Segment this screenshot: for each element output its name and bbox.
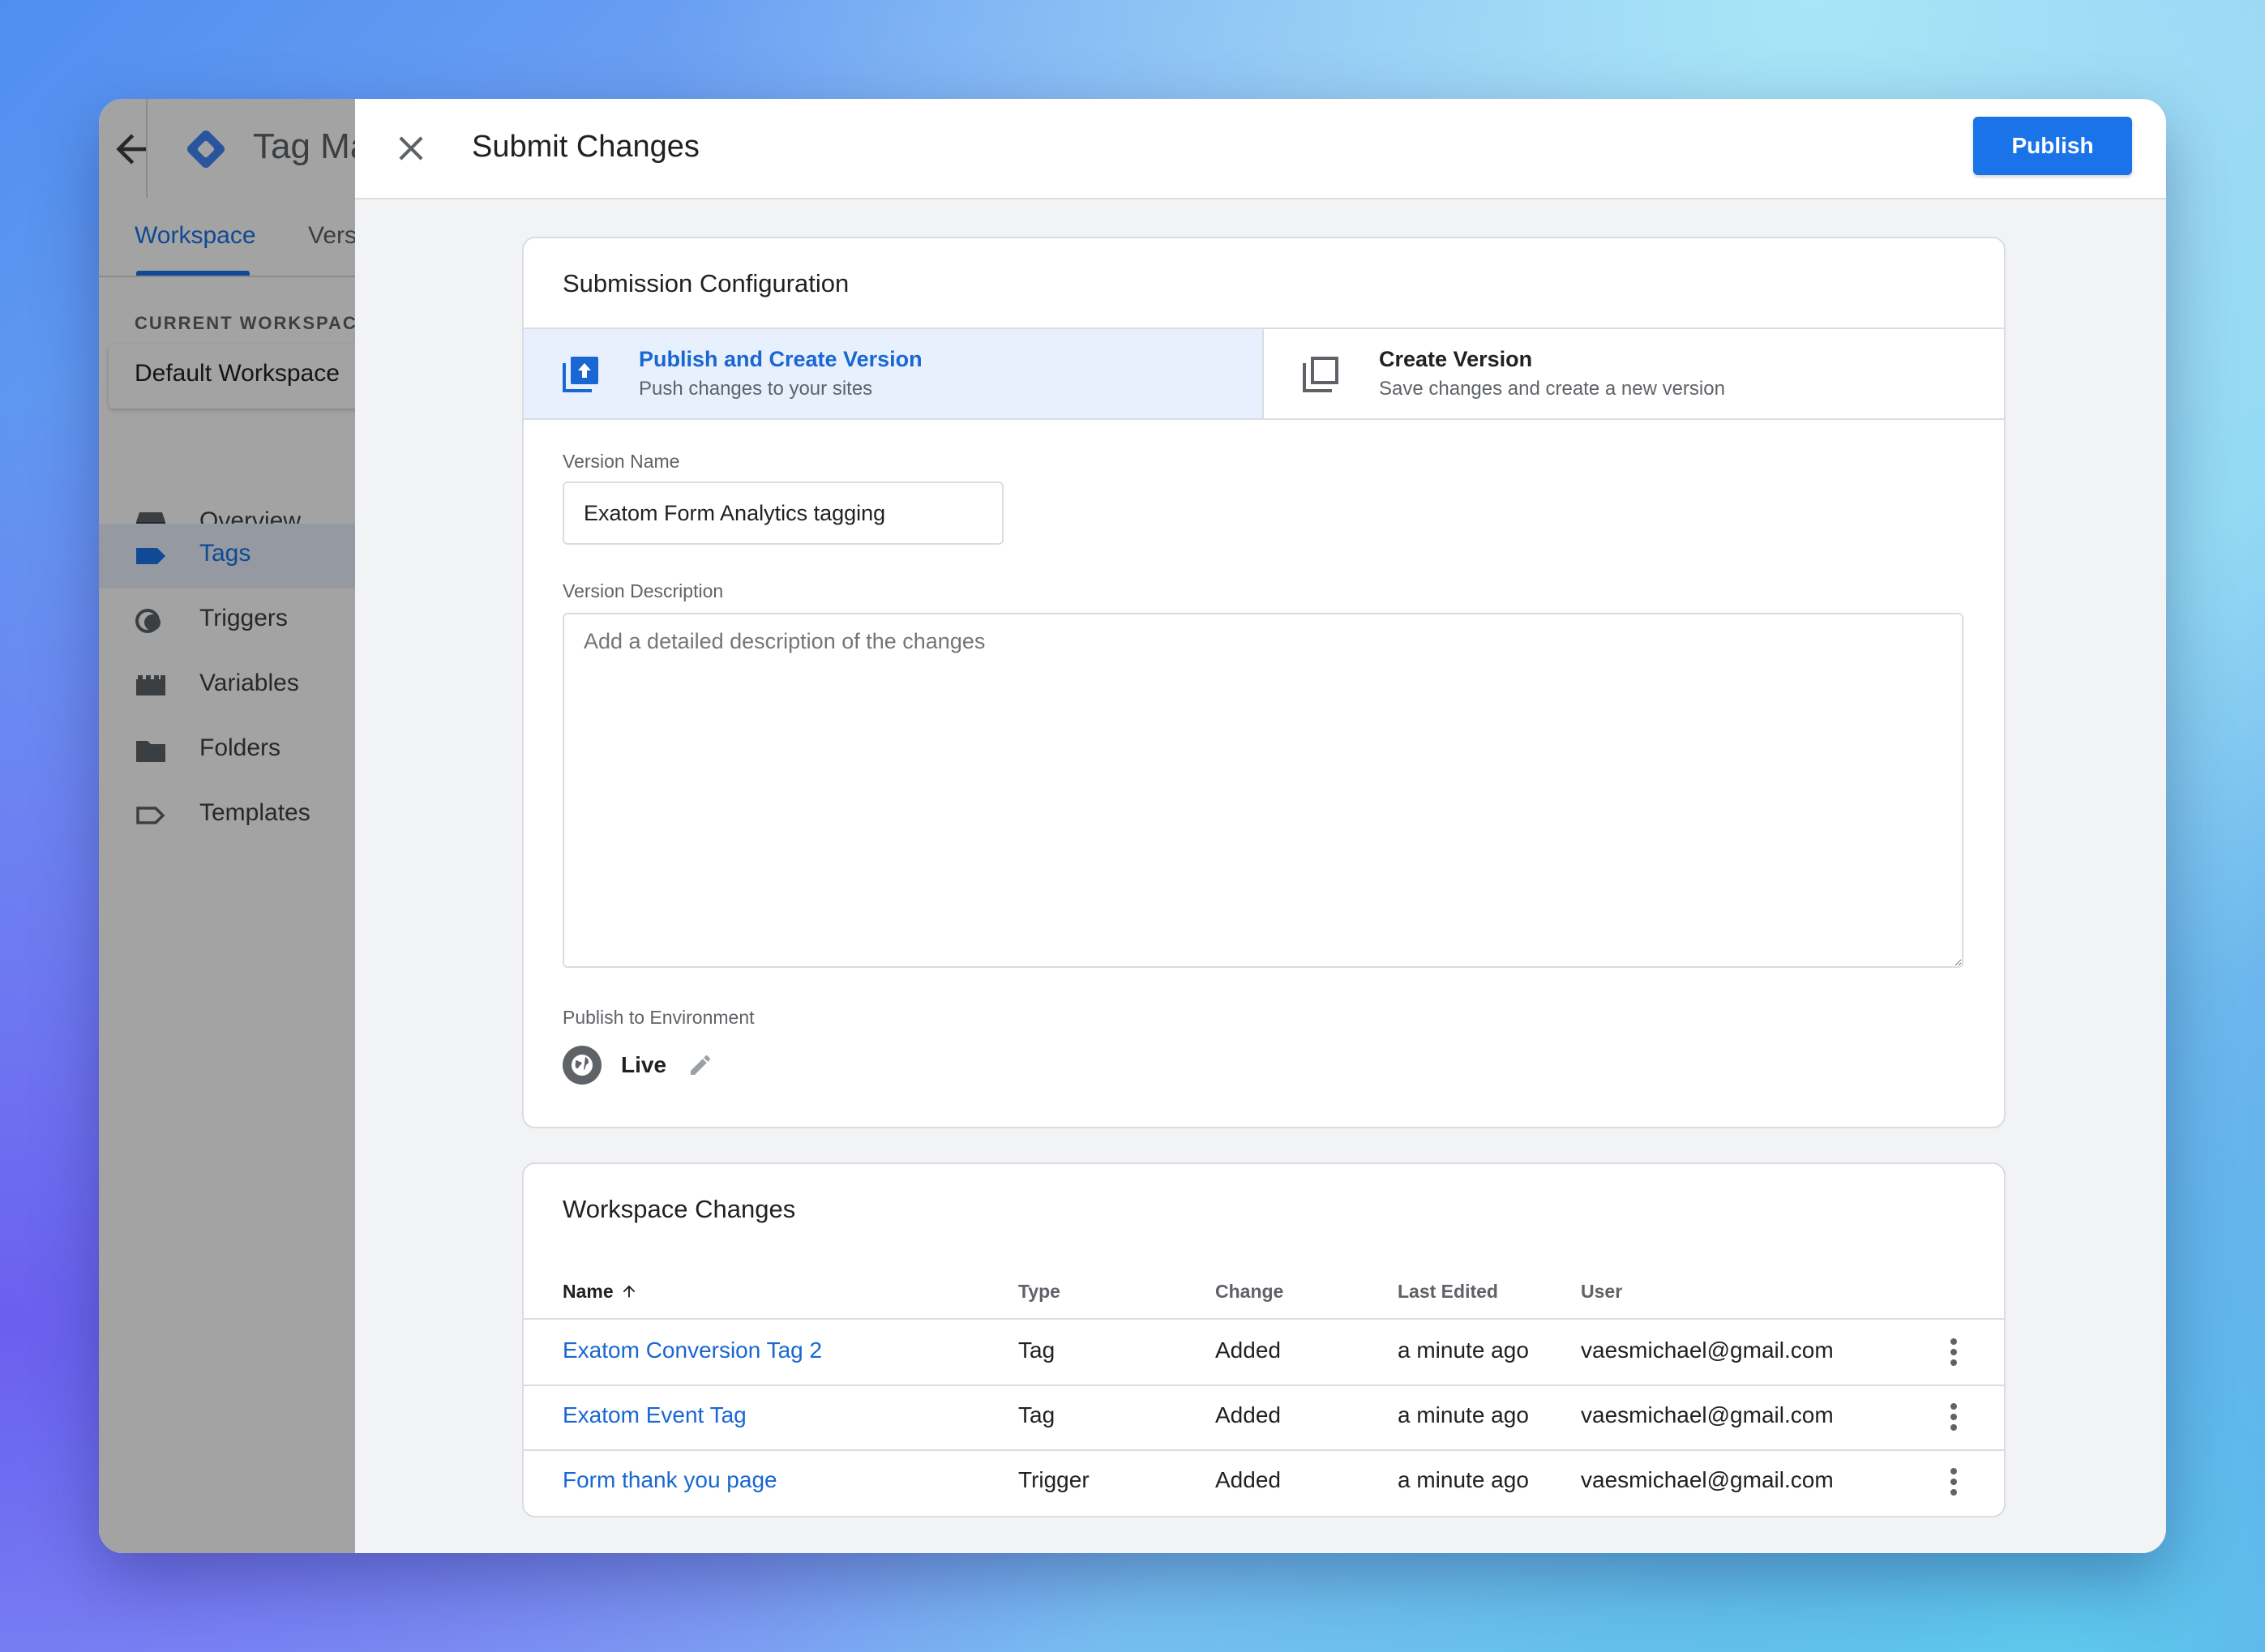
submit-changes-panel: Submit Changes Publish Submission Config… [355, 99, 2166, 1553]
more-options-icon[interactable] [1947, 1466, 1960, 1498]
table-row: Exatom Event Tag Tag Added a minute ago … [524, 1385, 2004, 1451]
option-publish-and-create-version[interactable]: Publish and Create Version Push changes … [524, 329, 1264, 418]
globe-icon [563, 1046, 602, 1085]
more-options-icon[interactable] [1947, 1336, 1960, 1368]
change-user: vaesmichael@gmail.com [1581, 1467, 1834, 1492]
card-title: Submission Configuration [563, 269, 850, 297]
sort-ascending-icon [623, 1285, 635, 1298]
option-create-version[interactable]: Create Version Save changes and create a… [1264, 329, 2002, 418]
version-name-label: Version Name [563, 451, 680, 472]
change-last-edited: a minute ago [1398, 1337, 1529, 1363]
panel-header: Submit Changes Publish [355, 99, 2166, 199]
table-row: Exatom Conversion Tag 2 Tag Added a minu… [524, 1320, 2004, 1386]
option-title: Publish and Create Version [639, 347, 923, 371]
more-options-icon[interactable] [1947, 1401, 1960, 1433]
change-last-edited: a minute ago [1398, 1402, 1529, 1427]
version-description-input[interactable] [563, 613, 1963, 968]
column-header-change[interactable]: Change [1215, 1281, 1283, 1303]
change-type: Tag [1018, 1402, 1055, 1427]
table-row: Form thank you page Trigger Added a minu… [524, 1449, 2004, 1514]
change-user: vaesmichael@gmail.com [1581, 1402, 1834, 1427]
card-title: Workspace Changes [563, 1195, 796, 1223]
version-name-input[interactable] [563, 481, 1004, 545]
change-name-link[interactable]: Exatom Conversion Tag 2 [563, 1337, 822, 1363]
option-title: Create Version [1379, 347, 1533, 371]
change-type: Trigger [1018, 1467, 1090, 1492]
option-subtitle: Save changes and create a new version [1379, 378, 1725, 400]
column-header-name[interactable]: Name [563, 1281, 638, 1303]
publish-upload-icon [563, 357, 598, 392]
version-description-label: Version Description [563, 580, 724, 601]
pencil-edit-icon[interactable] [687, 1052, 713, 1078]
workspace-changes-card: Workspace Changes Name Type Change Last … [522, 1162, 2006, 1517]
column-header-user[interactable]: User [1581, 1281, 1622, 1303]
change-action: Added [1215, 1337, 1281, 1363]
change-type: Tag [1018, 1337, 1055, 1363]
panel-title: Submit Changes [472, 130, 700, 164]
app-window: Tag Ma Workspace Vers CURRENT WORKSPACE … [99, 99, 2166, 1553]
close-icon[interactable] [391, 128, 431, 169]
submission-options: Publish and Create Version Push changes … [524, 327, 2004, 420]
change-user: vaesmichael@gmail.com [1581, 1337, 1834, 1363]
column-header-last-edited[interactable]: Last Edited [1398, 1281, 1498, 1303]
environment-value: Live [621, 1052, 667, 1077]
change-name-link[interactable]: Form thank you page [563, 1467, 777, 1493]
change-last-edited: a minute ago [1398, 1467, 1529, 1492]
publish-button[interactable]: Publish [1973, 117, 2132, 175]
copy-version-icon [1303, 357, 1338, 392]
option-subtitle: Push changes to your sites [639, 378, 873, 400]
column-header-type[interactable]: Type [1018, 1281, 1060, 1303]
change-action: Added [1215, 1402, 1281, 1427]
column-header-label: Name [563, 1281, 614, 1302]
change-name-link[interactable]: Exatom Event Tag [563, 1402, 747, 1428]
submission-configuration-card: Submission Configuration Publish and Cre… [522, 237, 2006, 1128]
publish-environment-label: Publish to Environment [563, 1007, 755, 1028]
table-header: Name Type Change Last Edited User [524, 1261, 2004, 1320]
change-action: Added [1215, 1467, 1281, 1492]
